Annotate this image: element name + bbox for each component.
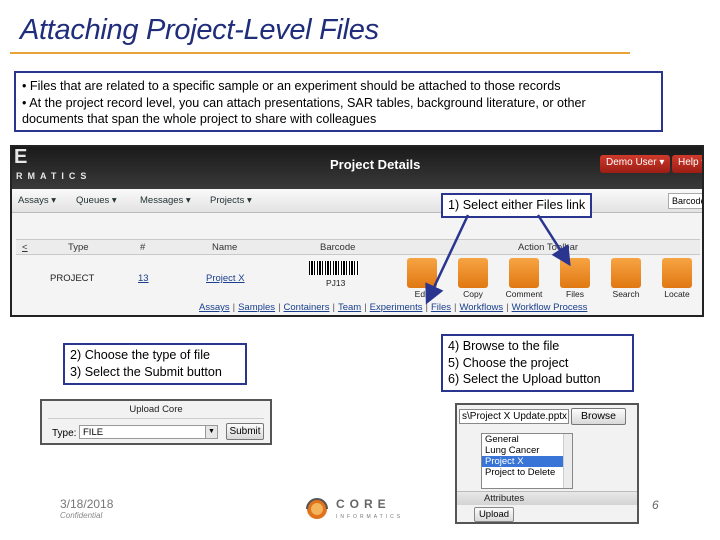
barcode-image: [309, 261, 359, 275]
record-sublinks: Assays | Samples | Containers | Team | Experimen…: [199, 302, 588, 313]
sublink-samples[interactable]: Samples: [238, 302, 275, 313]
page-title: Project Details: [330, 157, 421, 172]
step-1-text: 1) Select either Files link: [448, 198, 586, 212]
file-upload-panel: s\Project X Update.pptx Browse General L…: [455, 403, 639, 524]
step-4-text: 4) Browse to the file: [448, 339, 560, 353]
brand-name: RMATICS: [16, 171, 92, 181]
nav-assays[interactable]: Assays ▾: [18, 195, 56, 206]
help-menu-button[interactable]: Help ▾: [672, 155, 702, 173]
project-option-lung-cancer[interactable]: Lung Cancer: [482, 445, 572, 456]
search-label[interactable]: Search: [606, 289, 646, 299]
files-label[interactable]: Files: [555, 289, 595, 299]
file-type-select[interactable]: FILE ▼: [79, 425, 218, 439]
title-rule: [10, 52, 630, 54]
panel-divider: [48, 418, 264, 419]
upload-core-panel: Upload Core Type: FILE ▼ Submit: [40, 399, 272, 445]
attributes-label: Attributes: [484, 493, 525, 504]
core-logo-icon: [306, 498, 328, 519]
project-option-project-to-delete[interactable]: Project to Delete: [482, 467, 572, 478]
project-details-screenshot: E RMATICS Project Details Demo User ▾ He…: [10, 145, 704, 317]
edit-label[interactable]: Edit: [402, 289, 442, 299]
col-type: Type: [68, 242, 89, 253]
project-listbox[interactable]: General Lung Cancer Project X Project to…: [481, 433, 573, 489]
project-option-general[interactable]: General: [482, 434, 572, 445]
logo-wordmark: CORE: [336, 497, 391, 511]
sublink-workflow-process[interactable]: Workflow Process: [512, 302, 588, 313]
sublink-workflows[interactable]: Workflows: [459, 302, 503, 313]
locate-label[interactable]: Locate: [657, 289, 697, 299]
file-path-input[interactable]: s\Project X Update.pptx: [459, 409, 569, 424]
user-menu-button[interactable]: Demo User ▾: [600, 155, 671, 173]
listbox-scrollbar[interactable]: [563, 434, 572, 488]
upload-core-title: Upload Core: [129, 404, 183, 415]
sublink-experiments[interactable]: Experiments: [370, 302, 423, 313]
bullet-1: • Files that are related to a specific s…: [22, 79, 561, 93]
step-6-text: 6) Select the Upload button: [448, 372, 601, 386]
sublink-team[interactable]: Team: [338, 302, 361, 313]
barcode-input[interactable]: Barcode: [668, 193, 702, 209]
type-label: Type:: [52, 428, 77, 439]
step-2-text: 2) Choose the type of file: [70, 348, 211, 362]
edit-icon[interactable]: [407, 258, 437, 288]
table-header: < Type # Name Barcode Action Toolbar: [16, 239, 700, 255]
brand-letter: E: [14, 146, 28, 168]
row-name-link[interactable]: Project X: [206, 273, 245, 284]
chevron-down-icon[interactable]: ▼: [205, 426, 217, 438]
step-3-text: 3) Select the Submit button: [70, 364, 222, 379]
nav-messages[interactable]: Messages ▾: [140, 195, 191, 206]
callout-step-1: 1) Select either Files link: [441, 193, 593, 218]
row-number-link[interactable]: 13: [138, 273, 149, 284]
footer-confidential: Confidential: [60, 511, 103, 520]
logo-subtitle: INFORMATICS: [336, 514, 404, 520]
attributes-bar[interactable]: Attributes: [457, 491, 637, 505]
callout-steps-2-3: 2) Choose the type of file 3) Select the…: [63, 343, 247, 385]
nav-queues[interactable]: Queues ▾: [76, 195, 117, 206]
bullet-2: • At the project record level, you can a…: [22, 95, 586, 110]
comment-label[interactable]: Comment: [504, 289, 544, 299]
col-action-toolbar: Action Toolbar: [518, 242, 579, 253]
slide-title: Attaching Project-Level Files: [20, 14, 379, 46]
search-icon[interactable]: [611, 258, 641, 288]
footer-date: 3/18/2018: [60, 497, 114, 511]
nav-projects[interactable]: Projects ▾: [210, 195, 252, 206]
locate-icon[interactable]: [662, 258, 692, 288]
col-number: #: [140, 242, 146, 253]
row-barcode: PJ13: [326, 278, 346, 288]
col-name: Name: [212, 242, 238, 253]
bullet-box: • Files that are related to a specific s…: [14, 71, 663, 132]
files-icon[interactable]: [560, 258, 590, 288]
copy-label[interactable]: Copy: [453, 289, 493, 299]
upload-button[interactable]: Upload: [474, 507, 514, 522]
callout-steps-4-6: 4) Browse to the file 5) Choose the proj…: [441, 334, 634, 392]
browse-button[interactable]: Browse: [571, 408, 626, 425]
comment-icon[interactable]: [509, 258, 539, 288]
main-nav: Assays ▾ Queues ▾ Messages ▾ Projects ▾ …: [12, 189, 702, 213]
step-5-text: 5) Choose the project: [448, 355, 569, 370]
submit-button[interactable]: Submit: [226, 423, 264, 440]
app-header: E RMATICS Project Details Demo User ▾ He…: [12, 147, 702, 189]
col-barcode: Barcode: [320, 242, 356, 253]
row-type: PROJECT: [50, 273, 95, 284]
file-type-value: FILE: [83, 427, 104, 438]
collapse-link[interactable]: <: [22, 242, 28, 253]
sublink-assays[interactable]: Assays: [199, 302, 230, 313]
sublink-files[interactable]: Files: [431, 302, 451, 313]
page-number: 6: [652, 498, 659, 512]
bullet-2-continued: documents that span the whole project to…: [22, 112, 377, 126]
copy-icon[interactable]: [458, 258, 488, 288]
sublink-containers[interactable]: Containers: [284, 302, 330, 313]
project-option-project-x[interactable]: Project X: [482, 456, 572, 467]
